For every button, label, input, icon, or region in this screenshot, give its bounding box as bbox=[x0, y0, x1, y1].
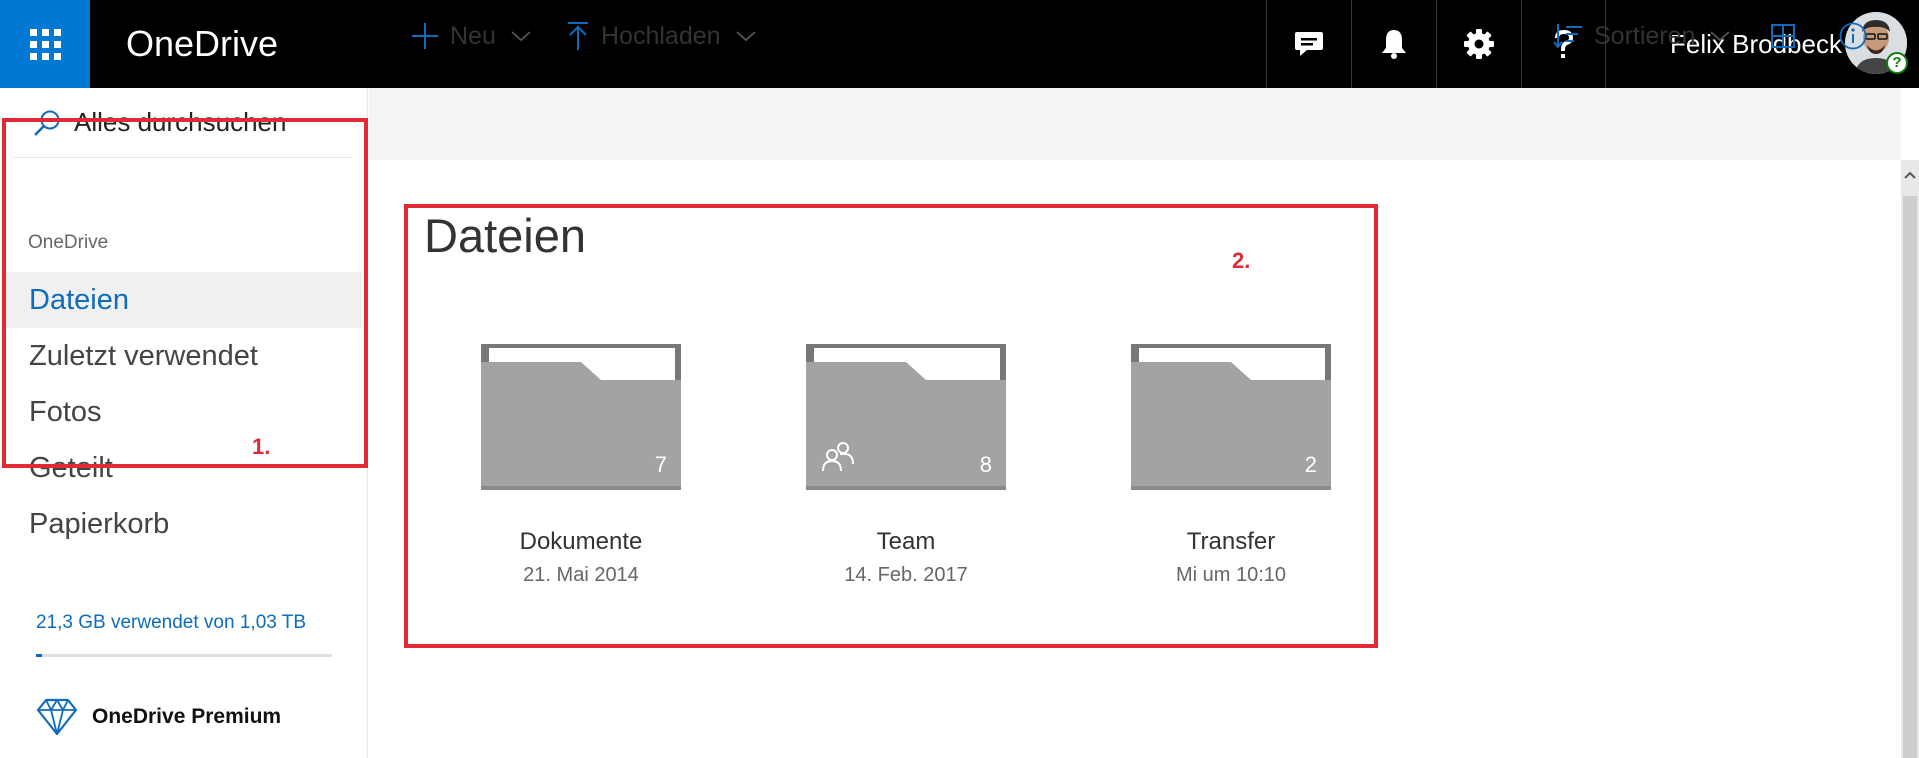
chevron-down-icon bbox=[735, 31, 756, 42]
new-button-label: Neu bbox=[450, 21, 496, 50]
plus-icon bbox=[412, 23, 438, 49]
feedback-icon bbox=[1295, 32, 1323, 56]
chevron-up-icon bbox=[1904, 171, 1916, 179]
gear-icon bbox=[1464, 29, 1494, 59]
sort-button-label: Sortieren bbox=[1594, 21, 1696, 50]
info-icon bbox=[1839, 22, 1867, 50]
settings-button[interactable] bbox=[1436, 0, 1521, 88]
annotation-label-2: 2. bbox=[1232, 248, 1251, 273]
scroll-up-button[interactable] bbox=[1901, 160, 1919, 190]
app-launcher-button[interactable] bbox=[0, 0, 90, 88]
presence-badge: ? bbox=[1886, 52, 1908, 74]
info-button[interactable] bbox=[1838, 0, 1868, 72]
annotation-box-1 bbox=[2, 118, 368, 468]
sort-icon bbox=[1553, 24, 1582, 49]
storage-usage-link[interactable]: 21,3 GB verwendet von 1,03 TB bbox=[36, 612, 306, 634]
grid-view-icon bbox=[1771, 24, 1795, 48]
notifications-button[interactable] bbox=[1351, 0, 1436, 88]
bell-icon bbox=[1382, 30, 1406, 59]
annotation-label-1: 1. bbox=[252, 434, 271, 459]
sort-button[interactable]: Sortieren bbox=[1552, 0, 1731, 72]
view-toggle-button[interactable] bbox=[1770, 0, 1796, 72]
upload-button[interactable]: Hochladen bbox=[565, 0, 757, 72]
premium-label: OneDrive Premium bbox=[92, 705, 282, 728]
new-button[interactable]: Neu bbox=[410, 0, 532, 72]
storage-bar bbox=[36, 654, 332, 657]
diamond-icon bbox=[36, 698, 78, 736]
upload-icon bbox=[568, 22, 588, 50]
chevron-down-icon bbox=[1710, 31, 1731, 42]
waffle-icon bbox=[29, 28, 61, 60]
storage-bar-fill bbox=[36, 654, 42, 657]
premium-link[interactable]: OneDrive Premium bbox=[36, 698, 281, 736]
scrollbar-thumb[interactable] bbox=[1903, 196, 1917, 758]
command-bar bbox=[369, 88, 1901, 160]
upload-button-label: Hochladen bbox=[601, 21, 721, 50]
chevron-down-icon bbox=[511, 31, 531, 42]
nav-item-papierkorb[interactable]: Papierkorb bbox=[4, 496, 362, 552]
app-title[interactable]: OneDrive bbox=[126, 22, 278, 66]
feedback-button[interactable] bbox=[1266, 0, 1351, 88]
